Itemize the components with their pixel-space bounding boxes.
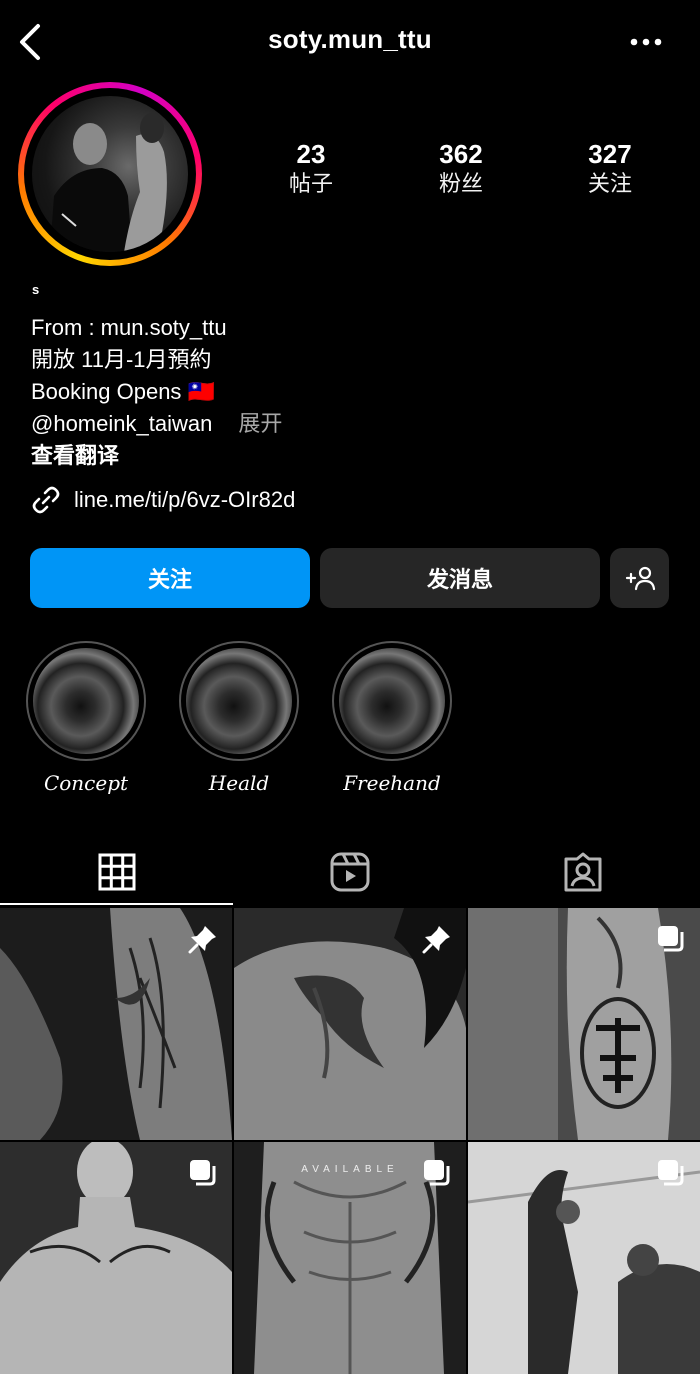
highlight-label: Concept: [43, 771, 129, 795]
highlight-freehand[interactable]: Freehand: [330, 641, 454, 795]
tagged-user-icon: [564, 852, 601, 892]
avatar-story-ring[interactable]: [18, 82, 202, 266]
profile-display-name: s: [32, 282, 40, 297]
more-horizontal-icon: [630, 38, 662, 46]
post-thumbnail[interactable]: [468, 1142, 700, 1374]
highlight-heald[interactable]: Heald: [177, 641, 301, 795]
stat-posts[interactable]: 23 帖子: [251, 138, 371, 198]
highlight-label: Freehand: [343, 771, 441, 795]
message-button[interactable]: 发消息: [320, 548, 600, 608]
bio-link[interactable]: line.me/ti/p/6vz-OIr82d: [30, 484, 295, 516]
bio-line: From : mun.soty_ttu: [31, 315, 227, 340]
reels-icon: [330, 852, 369, 892]
bio-link-text: line.me/ti/p/6vz-OIr82d: [74, 487, 296, 512]
pin-icon: [422, 926, 450, 954]
more-options-button[interactable]: [626, 30, 666, 54]
stat-followers-label: 粉丝: [438, 171, 483, 196]
post-thumbnail[interactable]: AVAILABLE: [234, 1142, 466, 1374]
pin-icon: [188, 926, 216, 954]
avatar: [32, 96, 188, 252]
stat-posts-label: 帖子: [288, 171, 333, 196]
carousel-icon: [190, 1160, 216, 1186]
post-thumbnail[interactable]: [234, 908, 466, 1140]
bio-line: 開放 11月-1月預約: [31, 347, 212, 372]
highlight-concept[interactable]: Concept: [24, 641, 148, 795]
profile-username: soty.mun_ttu: [268, 24, 432, 54]
post-thumbnail[interactable]: [0, 1142, 232, 1374]
add-user-icon: [625, 566, 655, 591]
tab-tagged[interactable]: [466, 842, 699, 902]
see-translation-button[interactable]: 查看翻译: [31, 440, 282, 472]
stat-following-label: 关注: [587, 171, 632, 196]
carousel-icon: [424, 1160, 450, 1186]
carousel-icon: [658, 1160, 684, 1186]
tab-reels[interactable]: [233, 842, 466, 902]
highlight-cover: [33, 648, 139, 754]
post-thumbnail[interactable]: [0, 908, 232, 1140]
bio-more-button[interactable]: 展开: [238, 411, 282, 436]
bio-mention-link[interactable]: @homeink_taiwan: [31, 411, 212, 436]
stat-followers-count: 362: [439, 139, 483, 169]
stat-following-count: 327: [588, 139, 632, 169]
bio: From : mun.soty_ttu 開放 11月-1月預約 Booking …: [31, 312, 282, 472]
active-tab-indicator: [0, 903, 233, 905]
suggested-users-button[interactable]: [610, 548, 669, 608]
stat-followers[interactable]: 362 粉丝: [401, 138, 521, 198]
link-icon: [32, 486, 60, 514]
highlight-label: Heald: [208, 771, 270, 795]
grid-icon: [98, 853, 135, 891]
post-thumbnail[interactable]: [468, 908, 700, 1140]
tab-grid[interactable]: [0, 842, 233, 902]
follow-button[interactable]: 关注: [30, 548, 310, 608]
stat-posts-count: 23: [296, 139, 326, 169]
carousel-icon: [658, 926, 684, 952]
highlight-cover: [186, 648, 292, 754]
stat-following[interactable]: 327 关注: [550, 138, 670, 198]
highlight-cover: [339, 648, 445, 754]
bio-line: Booking Opens 🇹🇼: [31, 379, 215, 404]
